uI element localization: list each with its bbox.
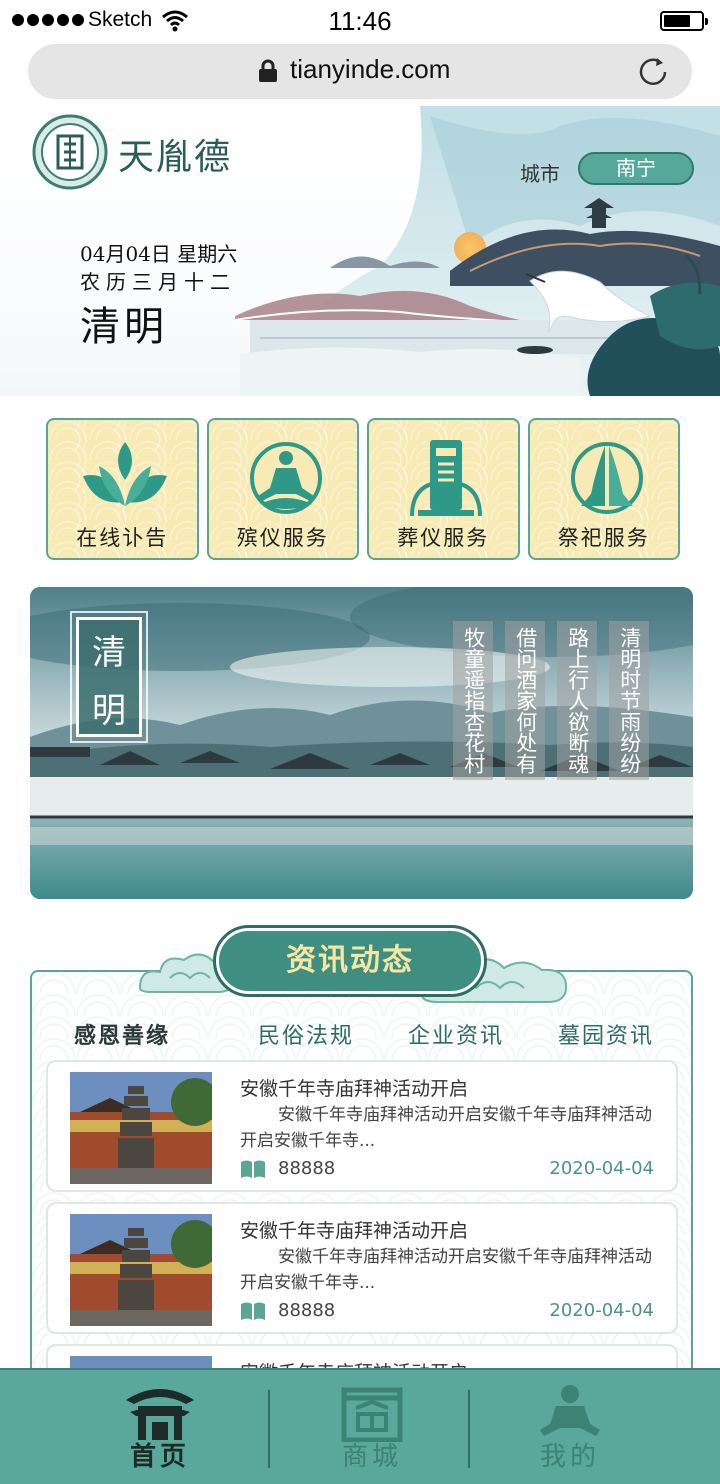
lunar-date: 农历三月十二 xyxy=(80,270,236,294)
service-label: 殡仪服务 xyxy=(236,526,329,550)
news-tabs: 感恩善缘 民俗法规 企业资讯 墓园资讯 xyxy=(32,1018,695,1054)
temple-thumbnail xyxy=(70,1072,212,1184)
bottom-tab-bar: 首页 商城 我的 xyxy=(0,1368,720,1484)
service-label: 祭祀服务 xyxy=(557,526,650,550)
tab-label: 商城 xyxy=(341,1442,402,1472)
lotus-icon xyxy=(83,442,167,506)
banner-title-char: 明 xyxy=(92,691,126,731)
news-date: 2020-04-04 xyxy=(549,1158,654,1179)
news-date: 2020-04-04 xyxy=(549,1300,654,1321)
city-selector-button[interactable]: 南宁 xyxy=(578,152,694,185)
poem-line-3: 借问酒家何处有 xyxy=(505,621,545,780)
meditating-person-icon xyxy=(540,1385,600,1436)
city-label: 城市 xyxy=(520,162,560,186)
poem-line-1: 清明时节雨纷纷 xyxy=(609,621,649,780)
tab-customs-law[interactable]: 民俗法规 xyxy=(258,1018,354,1050)
news-card[interactable]: 安徽千年寺庙拜神活动开启 安徽千年寺庙拜神活动开启安徽千年寺庙拜神活动开启安徽千… xyxy=(46,1202,678,1334)
qingming-banner[interactable]: 清 明 牧童遥指杏花村 借问酒家何处有 路上行人欲断魂 清明时节雨纷纷 xyxy=(30,587,693,899)
service-label: 葬仪服务 xyxy=(397,526,490,550)
brand-name: 天胤德 xyxy=(118,137,233,178)
tab-label: 首页 xyxy=(129,1442,190,1472)
url-text: tianyinde.com xyxy=(290,54,451,84)
tab-label: 我的 xyxy=(539,1442,600,1472)
praying-hands-icon xyxy=(570,442,643,514)
tab-cemetery-news[interactable]: 墓园资讯 xyxy=(558,1018,654,1050)
service-grid: 在线讣告 殡仪服务 葬仪服务 祭祀服务 xyxy=(46,418,680,560)
service-label: 在线讣告 xyxy=(76,526,169,550)
temple-thumbnail xyxy=(70,1214,212,1326)
address-bar[interactable]: tianyinde.com xyxy=(28,44,692,99)
tab-home[interactable]: 首页 xyxy=(60,1370,260,1484)
tombstone-icon xyxy=(410,440,482,517)
news-panel: 感恩善缘 民俗法规 企业资讯 墓园资讯 安徽千年寺庙拜神活动开启 安徽千年寺庙拜… xyxy=(30,970,695,1476)
hero-header: 天胤德 城市 南宁 04月04日 星期六 农历三月十二 清明 xyxy=(0,106,720,396)
poem-line-2: 路上行人欲断魂 xyxy=(557,621,597,780)
news-section-title: 资讯动态 xyxy=(213,925,487,997)
banner-title-box: 清 明 xyxy=(70,611,148,743)
tab-profile[interactable]: 我的 xyxy=(470,1370,670,1484)
solar-date: 04月04日 星期六 xyxy=(80,242,238,266)
tab-gratitude[interactable]: 感恩善缘 xyxy=(74,1018,170,1050)
mall-shop-icon xyxy=(341,1387,403,1442)
tab-divider xyxy=(268,1390,270,1468)
festival-name: 清明 xyxy=(80,304,168,350)
book-icon xyxy=(241,1302,265,1320)
news-title: 安徽千年寺庙拜神活动开启 xyxy=(240,1078,469,1100)
poem-columns: 牧童遥指杏花村 借问酒家何处有 路上行人欲断魂 清明时节雨纷纷 xyxy=(453,621,649,780)
service-tile-memorial[interactable]: 祭祀服务 xyxy=(527,418,680,560)
service-tile-funeral-home[interactable]: 殡仪服务 xyxy=(206,418,359,560)
clock: 11:46 xyxy=(328,6,392,36)
news-title: 安徽千年寺庙拜神活动开启 xyxy=(240,1220,469,1242)
battery-icon xyxy=(660,11,708,31)
poem-line-4: 牧童遥指杏花村 xyxy=(453,621,493,780)
book-icon xyxy=(241,1160,265,1178)
news-heading: 资讯动态 xyxy=(138,925,580,1003)
tab-company-news[interactable]: 企业资讯 xyxy=(408,1018,504,1050)
home-pavilion-icon xyxy=(126,1389,194,1440)
news-card[interactable]: 安徽千年寺庙拜神活动开启 安徽千年寺庙拜神活动开启安徽千年寺庙拜神活动开启安徽千… xyxy=(46,1060,678,1192)
status-bar: Sketch 11:46 xyxy=(0,0,720,42)
view-count: 88888 xyxy=(278,1300,336,1321)
page: Sketch 11:46 tianyinde.com 天胤德 城市 南宁 04月… xyxy=(0,0,720,1484)
meditation-icon xyxy=(249,442,322,514)
news-description: 安徽千年寺庙拜神活动开启安徽千年寺庙拜神活动开启安徽千年寺... xyxy=(240,1247,652,1293)
tab-mall[interactable]: 商城 xyxy=(272,1370,472,1484)
lock-icon xyxy=(259,59,277,82)
banner-title-char: 清 xyxy=(92,633,126,673)
news-description: 安徽千年寺庙拜神活动开启安徽千年寺庙拜神活动开启安徽千年寺... xyxy=(240,1105,652,1151)
reload-icon[interactable] xyxy=(636,55,670,89)
service-tile-burial[interactable]: 葬仪服务 xyxy=(367,418,520,560)
brand-logo-icon xyxy=(32,114,108,190)
service-tile-obituary[interactable]: 在线讣告 xyxy=(46,418,199,560)
view-count: 88888 xyxy=(278,1158,336,1179)
